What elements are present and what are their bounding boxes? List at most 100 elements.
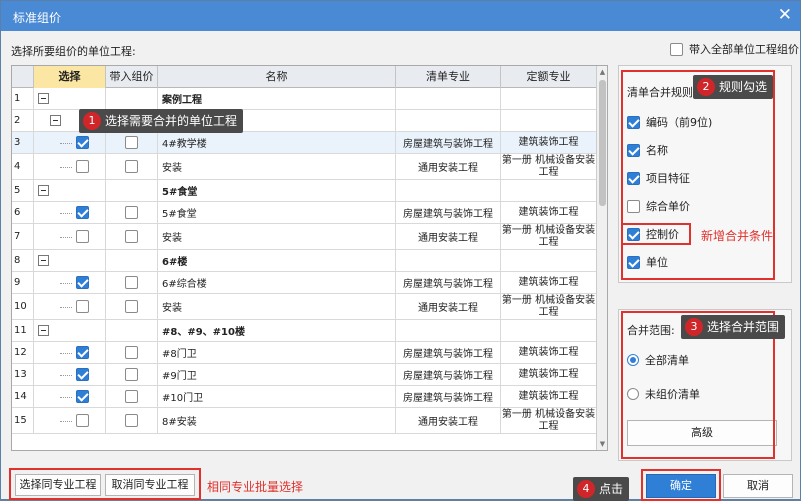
quota-specialty-cell [501,88,597,109]
bring-pricing-cell[interactable] [106,88,158,109]
select-cell[interactable] [34,294,106,319]
table-row[interactable]: 12 #8门卫 房屋建筑与装饰工程 建筑装饰工程 [12,342,597,364]
scroll-down-icon[interactable]: ▼ [597,438,607,450]
select-cell[interactable] [34,88,106,109]
select-checkbox[interactable] [76,300,89,313]
header-bill-specialty[interactable]: 清单专业 [396,66,501,88]
quota-specialty-cell [501,180,597,201]
select-cell[interactable] [34,272,106,293]
table-row[interactable]: 15 8#安装 通用安装工程 第一册 机械设备安装工程 [12,408,597,434]
row-number-cell: 8 [12,250,34,271]
table-row[interactable]: 3 4#教学楼 房屋建筑与装饰工程 建筑装饰工程 [12,132,597,154]
bring-pricing-cell[interactable] [106,154,158,179]
project-name: 5#食堂 [162,209,197,220]
header-bring-pricing[interactable]: 带入组价 [106,66,158,88]
bill-specialty-cell: 通用安装工程 [396,224,501,249]
select-checkbox[interactable] [76,346,89,359]
bring-pricing-cell[interactable] [106,408,158,433]
collapse-icon[interactable] [50,115,61,126]
select-cell[interactable] [34,224,106,249]
select-cell[interactable] [34,202,106,223]
bring-pricing-checkbox[interactable] [125,160,138,173]
row-number: 3 [14,137,21,148]
select-checkbox[interactable] [76,414,89,427]
bring-pricing-checkbox[interactable] [125,390,138,403]
bill-specialty: 房屋建筑与装饰工程 [403,139,493,150]
select-checkbox[interactable] [76,276,89,289]
bring-pricing-checkbox[interactable] [125,136,138,149]
select-checkbox[interactable] [76,368,89,381]
bring-pricing-cell[interactable] [106,202,158,223]
cancel-button[interactable]: 取消 [723,474,793,498]
table-row[interactable]: 4 安装 通用安装工程 第一册 机械设备安装工程 [12,154,597,180]
bring-pricing-cell[interactable] [106,224,158,249]
select-cell[interactable] [34,154,106,179]
scrollbar-thumb[interactable] [599,80,606,206]
quota-specialty-cell: 建筑装饰工程 [501,272,597,293]
table-row[interactable]: 14 #10门卫 房屋建筑与装饰工程 建筑装饰工程 [12,386,597,408]
collapse-icon[interactable] [38,325,49,336]
collapse-icon[interactable] [38,185,49,196]
select-cell[interactable] [34,408,106,433]
bring-pricing-cell[interactable] [106,294,158,319]
select-checkbox[interactable] [76,160,89,173]
project-name: 6#楼 [162,257,188,268]
select-cell[interactable] [34,342,106,363]
bring-all-checkbox[interactable]: 带入全部单位工程组价 [670,41,799,57]
quota-specialty: 第一册 机械设备安装工程 [501,294,596,318]
checkbox-icon[interactable] [670,42,683,56]
bring-pricing-cell[interactable] [106,132,158,153]
bring-pricing-checkbox[interactable] [125,414,138,427]
row-number: 11 [14,325,27,336]
bring-pricing-checkbox[interactable] [125,276,138,289]
bring-pricing-cell[interactable] [106,364,158,385]
group-row[interactable]: 1 案例工程 [12,88,597,110]
select-cell[interactable] [34,320,106,341]
bring-pricing-cell[interactable] [106,250,158,271]
bring-pricing-cell[interactable] [106,342,158,363]
bring-pricing-cell[interactable] [106,180,158,201]
select-cell[interactable] [34,180,106,201]
select-cell[interactable] [34,364,106,385]
close-icon[interactable]: ✕ [778,5,792,25]
table-row[interactable]: 13 #9门卫 房屋建筑与装饰工程 建筑装饰工程 [12,364,597,386]
bring-pricing-checkbox[interactable] [125,368,138,381]
select-checkbox[interactable] [76,136,89,149]
select-checkbox[interactable] [76,390,89,403]
bill-specialty-cell: 房屋建筑与装饰工程 [396,132,501,153]
collapse-icon[interactable] [38,93,49,104]
row-number: 7 [14,231,21,242]
bill-specialty: 房屋建筑与装饰工程 [403,349,493,360]
select-cell[interactable] [34,250,106,271]
row-number: 4 [14,161,21,172]
select-checkbox[interactable] [76,230,89,243]
table-row[interactable]: 10 安装 通用安装工程 第一册 机械设备安装工程 [12,294,597,320]
table-row[interactable]: 7 安装 通用安装工程 第一册 机械设备安装工程 [12,224,597,250]
bring-pricing-checkbox[interactable] [125,346,138,359]
title-bar: 标准组价 ✕ [1,1,800,31]
header-quota-specialty[interactable]: 定额专业 [501,66,597,88]
vertical-scrollbar[interactable]: ▲ ▼ [596,66,607,450]
select-cell[interactable] [34,386,106,407]
select-cell[interactable] [34,132,106,153]
bring-pricing-cell[interactable] [106,386,158,407]
table-row[interactable]: 9 6#综合楼 房屋建筑与装饰工程 建筑装饰工程 [12,272,597,294]
group-row[interactable]: 5 5#食堂 [12,180,597,202]
scroll-up-icon[interactable]: ▲ [597,66,607,78]
header-select[interactable]: 选择 [34,66,106,88]
quota-specialty-cell: 第一册 机械设备安装工程 [501,294,597,319]
row-number: 8 [14,255,21,266]
bring-pricing-cell[interactable] [106,320,158,341]
bring-pricing-checkbox[interactable] [125,206,138,219]
collapse-icon[interactable] [38,255,49,266]
group-row[interactable]: 11 #8、#9、#10楼 [12,320,597,342]
table-row[interactable]: 6 5#食堂 房屋建筑与装饰工程 建筑装饰工程 [12,202,597,224]
bring-pricing-checkbox[interactable] [125,230,138,243]
row-number: 6 [14,207,21,218]
bring-pricing-cell[interactable] [106,272,158,293]
group-row[interactable]: 8 6#楼 [12,250,597,272]
header-name[interactable]: 名称 [158,66,396,88]
select-checkbox[interactable] [76,206,89,219]
bring-pricing-checkbox[interactable] [125,300,138,313]
rules-highlight [621,70,775,280]
